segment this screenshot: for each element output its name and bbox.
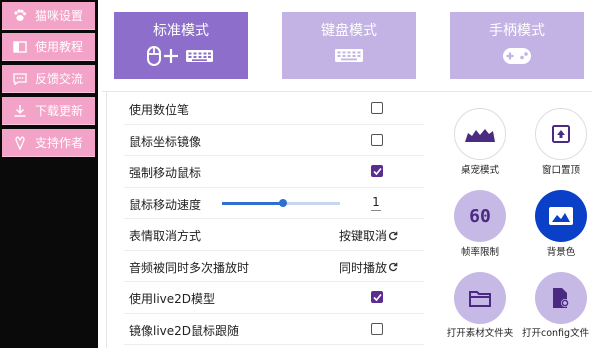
setting-label: 镜像live2D鼠标跟随	[129, 323, 240, 338]
audio-mode-selector[interactable]: 同时播放	[339, 259, 398, 276]
setting-label: 音频被同时多次播放时	[129, 260, 250, 275]
mouse-speed-slider[interactable]	[222, 198, 340, 207]
quick-action-label: 打开config文件	[522, 328, 590, 339]
divider	[102, 91, 592, 92]
setting-label: 强制移动鼠标	[129, 166, 202, 180]
mouse-speed-value[interactable]: 1	[371, 195, 381, 211]
sidebar-item-label: 使用教程	[35, 40, 84, 54]
setting-row-mirror: 鼠标坐标镜像	[124, 125, 424, 156]
setting-row-emote-cancel: 表情取消方式 按键取消	[124, 219, 424, 251]
background-color-button[interactable]	[535, 190, 587, 242]
sidebar-item-cat-settings[interactable]: 猫咪设置	[2, 2, 95, 30]
quick-action-label: 帧率限制	[460, 247, 499, 258]
sidebar-item-download[interactable]: 下载更新	[2, 97, 95, 125]
setting-label: 表情取消方式	[129, 229, 202, 243]
sidebar: 猫咪设置 使用教程 反馈交流 下载更新 支持作者	[0, 0, 98, 348]
divider	[106, 92, 107, 348]
setting-label: 鼠标移动速度	[129, 197, 202, 212]
open-asset-folder-button[interactable]	[454, 272, 506, 324]
window-top-icon	[552, 125, 570, 143]
keyboard-icon	[282, 45, 416, 67]
setting-label: 使用数位笔	[129, 103, 190, 117]
slider-handle[interactable]	[279, 198, 287, 207]
setting-row-live2d: 使用live2D模型	[124, 282, 424, 314]
setting-row-speed: 鼠标移动速度 1	[124, 188, 424, 219]
emote-cancel-selector[interactable]: 按键取消	[339, 227, 398, 244]
config-file-icon	[553, 288, 569, 308]
quick-action-label: 窗口置顶	[541, 165, 580, 176]
desk-pet-button[interactable]	[454, 108, 506, 160]
setting-row-live2d-mirror: 镜像live2D鼠标跟随	[124, 314, 424, 345]
sidebar-item-feedback[interactable]: 反馈交流	[2, 65, 95, 93]
chat-icon	[12, 72, 28, 86]
use-live2d-checkbox[interactable]	[371, 291, 383, 303]
folder-icon	[469, 291, 491, 307]
fps-icon: 60	[469, 205, 491, 227]
setting-label: 鼠标坐标镜像	[129, 134, 202, 149]
live2d-mirror-checkbox[interactable]	[371, 322, 383, 335]
book-icon	[12, 40, 28, 54]
refresh-icon	[389, 231, 398, 240]
mouse-mirror-checkbox[interactable]	[371, 133, 383, 146]
setting-row-audio: 音频被同时多次播放时 同时播放	[124, 251, 424, 282]
quick-action-label: 桌宠模式	[460, 165, 499, 176]
mode-standard-button[interactable]: 标准模式	[114, 12, 248, 79]
gamepad-icon	[450, 45, 584, 67]
setting-label: 使用live2D模型	[129, 292, 216, 306]
desk-pet-icon	[465, 129, 495, 142]
setting-row-force-move: 强制移动鼠标	[124, 156, 424, 188]
window-top-button[interactable]	[535, 108, 587, 160]
mouse-keyboard-icon	[114, 45, 248, 67]
download-icon	[12, 104, 28, 118]
sidebar-item-tutorial[interactable]: 使用教程	[2, 33, 95, 61]
setting-row-pen: 使用数位笔	[124, 93, 424, 125]
sidebar-item-label: 下载更新	[35, 104, 84, 118]
refresh-icon	[389, 262, 398, 272]
quick-action-label: 打开素材文件夹	[446, 328, 514, 339]
main-panel: 标准模式 键盘模式 手柄模式 使用数位笔 鼠标坐标镜像 强制移动鼠标 鼠标移动速…	[98, 0, 592, 348]
mode-gamepad-button[interactable]: 手柄模式	[450, 12, 584, 79]
heart-icon	[12, 135, 28, 150]
settings-list: 使用数位笔 鼠标坐标镜像 强制移动鼠标 鼠标移动速度 1 表情取消方式 按键取消	[124, 93, 424, 345]
use-pen-checkbox[interactable]	[371, 102, 383, 114]
quick-action-label: 背景色	[546, 247, 576, 258]
sidebar-item-label: 支持作者	[35, 136, 84, 150]
mode-keyboard-button[interactable]: 键盘模式	[282, 12, 416, 79]
open-config-file-button[interactable]	[535, 272, 587, 324]
force-move-checkbox[interactable]	[371, 165, 383, 177]
mode-label: 手柄模式	[489, 23, 545, 39]
sidebar-item-support[interactable]: 支持作者	[2, 129, 95, 157]
background-color-icon	[549, 207, 573, 225]
fps-limit-button[interactable]: 60	[454, 190, 506, 242]
emote-cancel-value: 按键取消	[338, 229, 387, 243]
paw-icon	[12, 9, 28, 23]
sidebar-item-label: 反馈交流	[35, 72, 84, 86]
mode-label: 标准模式	[153, 23, 209, 39]
audio-mode-value: 同时播放	[338, 260, 387, 275]
slider-fill	[222, 201, 283, 205]
sidebar-item-label: 猫咪设置	[35, 9, 84, 23]
mode-label: 键盘模式	[321, 23, 377, 39]
